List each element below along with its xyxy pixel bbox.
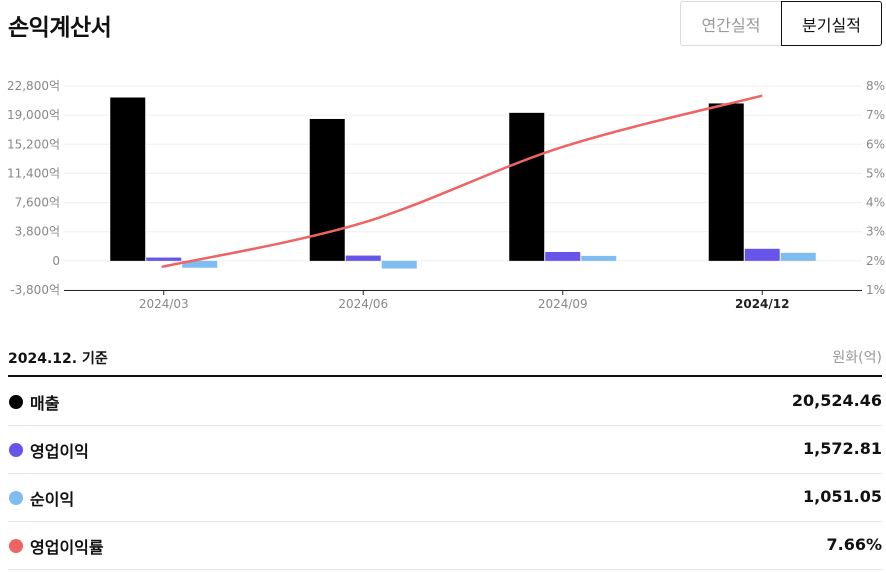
list-item: 영업이익 1,572.81 [8,426,882,474]
list-item: 매출 20,524.46 [8,378,882,426]
summary-list: 매출 20,524.46 영업이익 1,572.81 순이익 1,051.05 … [8,378,882,570]
y-right-tick-label: 7% [866,108,885,122]
y-right-tick-label: 2% [866,254,885,268]
x-tick-label: 2024/06 [338,297,388,311]
y-left-tick-label: 19,000억 [7,108,60,122]
y-right-tick-label: 6% [866,137,885,151]
bar-revenue [309,118,345,261]
bar-operating-income [345,255,381,261]
y-right-tick-label: 3% [866,225,885,239]
y-left-tick-label: 11,400억 [7,166,60,180]
bar-operating-income [744,248,780,261]
summary-header: 2024.12. 기준 원화(억) [8,340,882,377]
y-left-tick-label: 3,800억 [15,225,60,239]
bar-operating-income [545,251,581,261]
list-item: 순이익 1,051.05 [8,474,882,522]
income-chart: 22,800억 19,000억 15,200억 11,400억 7,600억 3,800억… [7,79,885,311]
x-tick-label: 2024/09 [538,297,588,311]
bar-net-income [581,255,617,261]
bar-net-income [780,252,816,261]
row-value: 7.66% [826,535,882,554]
x-tick-label: 2024/03 [139,297,189,311]
row-label: 영업이익률 [30,538,104,557]
y-right-tick-label: 4% [866,196,885,210]
row-label: 순이익 [30,490,75,509]
bar-net-income [381,260,417,269]
legend-dot-revenue [9,395,23,409]
bar-operating-income [146,257,182,261]
legend-dot-net-income [9,491,23,505]
row-label: 영업이익 [30,442,89,461]
row-value: 1,572.81 [803,439,882,458]
bar-revenue [110,97,146,261]
legend-dot-operating-income [9,443,23,457]
list-item: 영업이익률 7.66% [8,522,882,570]
bar-revenue [708,103,744,261]
y-left-tick-label: 15,200억 [7,137,60,151]
row-value: 20,524.46 [791,391,882,410]
period-toggle: 연간실적 분기실적 [680,1,882,46]
row-label: 매출 [30,394,60,413]
row-value: 1,051.05 [803,487,882,506]
page-title: 손익계산서 [8,15,112,41]
unit-label: 원화(억) [832,350,882,366]
y-left-tick-label: 0 [52,254,60,268]
y-right-tick-label: 8% [866,79,885,93]
y-left-tick-label: 22,800억 [7,79,60,93]
y-left-tick-label: -3,800억 [10,283,60,297]
x-tick-label: 2024/12 [735,297,789,311]
base-date: 2024.12. 기준 [8,351,108,367]
tab-annual[interactable]: 연간실적 [680,1,781,46]
legend-dot-operating-margin [9,539,23,553]
y-right-tick-label: 5% [866,166,885,180]
bar-revenue [509,112,545,261]
header: 손익계산서 연간실적 분기실적 [0,0,886,50]
line-operating-margin [161,94,763,268]
y-right-tick-label: 1% [866,283,885,297]
tab-quarterly[interactable]: 분기실적 [781,1,882,46]
y-left-tick-label: 7,600억 [15,196,60,210]
